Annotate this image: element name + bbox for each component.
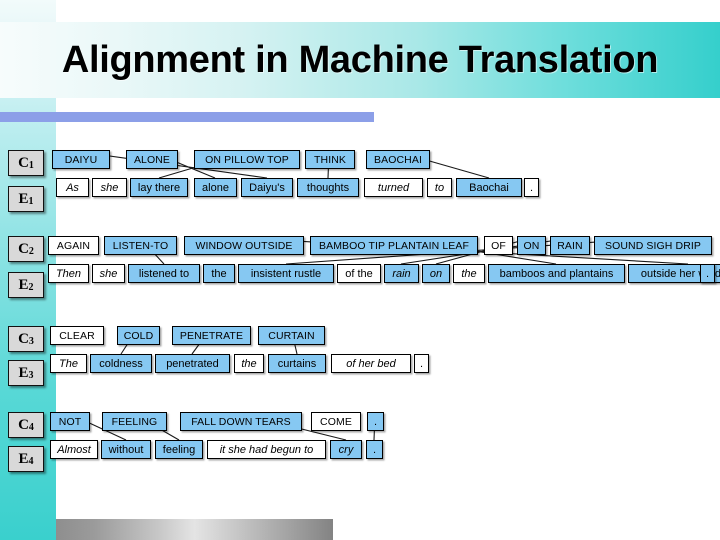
token-box[interactable]: rain — [384, 264, 419, 283]
token-box[interactable]: on — [422, 264, 450, 283]
token-box[interactable]: As — [56, 178, 89, 197]
token-box[interactable]: CLEAR — [50, 326, 104, 345]
token-box[interactable]: listened to — [128, 264, 200, 283]
token-box[interactable]: Then — [48, 264, 89, 283]
token-box[interactable]: CURTAIN — [258, 326, 325, 345]
token-box[interactable]: WINDOW OUTSIDE — [184, 236, 304, 255]
token-box[interactable]: insistent rustle — [238, 264, 334, 283]
token-box[interactable]: alone — [194, 178, 237, 197]
token-box[interactable]: of her bed — [331, 354, 411, 373]
english-row-4: Almost without feeling it she had begun to c… — [0, 440, 720, 462]
token-box[interactable]: curtains — [268, 354, 326, 373]
footer-gray-bar — [56, 519, 333, 540]
token-box[interactable]: feeling — [155, 440, 203, 459]
token-box[interactable]: The — [50, 354, 87, 373]
token-box[interactable]: COME — [311, 412, 361, 431]
english-row-3: The coldness penetrated the curtains of her b… — [0, 354, 720, 376]
token-box[interactable]: PENETRATE — [172, 326, 251, 345]
token-box[interactable]: COLD — [117, 326, 160, 345]
token-box[interactable]: . — [700, 264, 715, 283]
title-underline-rule — [0, 112, 374, 122]
token-box[interactable]: FEELING — [102, 412, 167, 431]
token-box[interactable]: . — [366, 440, 383, 459]
token-box[interactable]: BAMBOO TIP PLANTAIN LEAF — [310, 236, 478, 255]
token-box[interactable]: lay there — [130, 178, 188, 197]
token-box[interactable]: Baochai — [456, 178, 522, 197]
token-box[interactable]: ON PILLOW TOP — [194, 150, 300, 169]
token-box[interactable]: LISTEN-TO — [104, 236, 177, 255]
token-box[interactable]: RAIN — [550, 236, 590, 255]
token-box[interactable]: the — [234, 354, 264, 373]
token-box[interactable]: NOT — [50, 412, 90, 431]
token-box[interactable]: she — [92, 264, 125, 283]
token-box[interactable]: without — [101, 440, 151, 459]
token-box[interactable]: penetrated — [155, 354, 230, 373]
token-box[interactable]: cry — [330, 440, 362, 459]
token-box[interactable]: Daiyu's — [241, 178, 293, 197]
token-box[interactable]: she — [92, 178, 127, 197]
token-box[interactable]: the — [203, 264, 235, 283]
token-box[interactable]: SOUND SIGH DRIP — [594, 236, 712, 255]
token-box[interactable]: it she had begun to — [207, 440, 326, 459]
english-row-2: Then she listened to the insistent rustle of … — [0, 264, 720, 286]
token-box[interactable]: . — [524, 178, 539, 197]
token-box[interactable]: turned — [364, 178, 423, 197]
token-box[interactable]: coldness — [90, 354, 152, 373]
token-box[interactable]: THINK — [305, 150, 355, 169]
token-box[interactable]: ON — [517, 236, 546, 255]
token-box[interactable]: AGAIN — [48, 236, 99, 255]
token-box[interactable]: thoughts — [297, 178, 359, 197]
token-box[interactable]: OF — [484, 236, 513, 255]
token-box[interactable]: Almost — [50, 440, 98, 459]
chinese-gloss-row-2: AGAIN LISTEN-TO WINDOW OUTSIDE BAMBOO TIP P… — [0, 236, 720, 258]
alignment-diagram: C 1 DAIYU ALONE ON PILLOW TOP THINK BAOCHAI E 1 A… — [0, 128, 720, 472]
slide: Alignment in Machine Translation C 1 DAIYU… — [0, 0, 720, 540]
token-box[interactable]: . — [367, 412, 384, 431]
token-box[interactable]: FALL DOWN TEARS — [180, 412, 302, 431]
token-box[interactable]: to — [427, 178, 452, 197]
token-box[interactable]: DAIYU — [52, 150, 110, 169]
page-title: Alignment in Machine Translation — [61, 38, 659, 81]
token-box[interactable]: of the — [337, 264, 381, 283]
token-box[interactable]: bamboos and plantains — [488, 264, 625, 283]
chinese-gloss-row-1: DAIYU ALONE ON PILLOW TOP THINK BAOCHAI — [0, 150, 720, 172]
token-box[interactable]: the — [453, 264, 485, 283]
chinese-gloss-row-3: CLEAR COLD PENETRATE CURTAIN — [0, 326, 720, 348]
token-box[interactable]: ALONE — [126, 150, 178, 169]
english-row-1: As she lay there alone Daiyu's thoughts turned… — [0, 178, 720, 200]
chinese-gloss-row-4: NOT FEELING FALL DOWN TEARS COME. — [0, 412, 720, 434]
token-box[interactable]: . — [414, 354, 429, 373]
token-box[interactable]: BAOCHAI — [366, 150, 430, 169]
